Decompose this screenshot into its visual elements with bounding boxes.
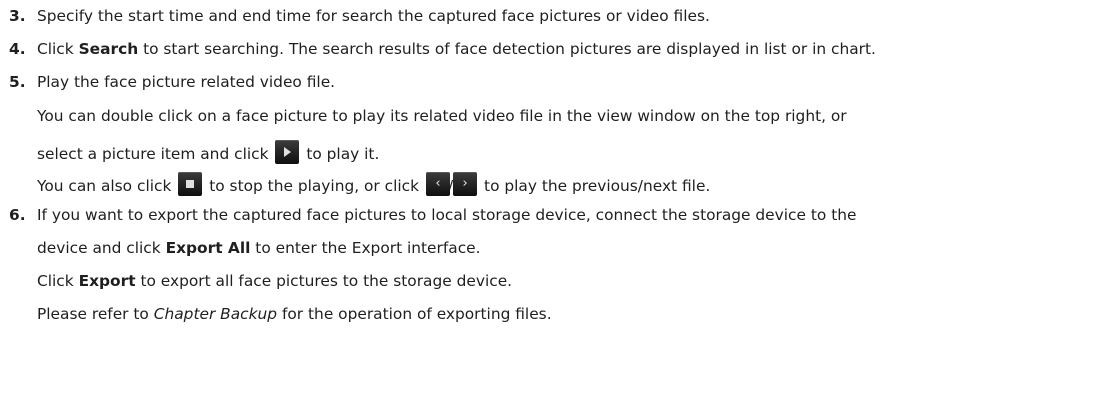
step-6-line-3: Click Export to export all face pictures… xyxy=(37,271,512,291)
step-text: Click Search to start searching. The sea… xyxy=(37,39,876,59)
step-5-paragraph-2: You can also click to stop the playing, … xyxy=(37,172,710,196)
text-run: Click xyxy=(37,40,79,58)
chevron-left-icon: ‹ xyxy=(435,176,441,191)
step-number: 5. xyxy=(9,73,26,91)
step-6-line-4: Please refer to Chapter Backup for the o… xyxy=(37,304,552,324)
stop-icon xyxy=(178,172,203,196)
text-run: select a picture item and click xyxy=(37,145,269,163)
search-keyword: Search xyxy=(78,40,139,58)
text-run: device and click xyxy=(37,239,166,257)
text-run: Please refer to xyxy=(37,305,154,323)
export-keyword: Export xyxy=(78,272,136,290)
next-icon: › xyxy=(453,172,478,196)
step-number: 4. xyxy=(9,40,26,58)
step-number: 3. xyxy=(9,7,26,25)
step-5-paragraph-1-line-1: You can double click on a face picture t… xyxy=(37,107,847,125)
chevron-right-icon: › xyxy=(462,176,468,191)
text-run: to enter the Export interface. xyxy=(250,239,481,257)
text-run: to stop the playing, or click xyxy=(209,177,420,195)
text-run: to play it. xyxy=(306,145,380,163)
step-text: Play the face picture related video file… xyxy=(37,73,336,91)
manual-page: 3. Specify the start time and end time f… xyxy=(0,0,1098,408)
text-run: to start searching. The search results o… xyxy=(138,40,876,58)
stop-glyph xyxy=(186,180,195,188)
step-5-paragraph-1-line-2: select a picture item and click to play … xyxy=(37,140,379,164)
text-run: Click xyxy=(37,272,79,290)
play-glyph xyxy=(284,147,292,157)
chapter-reference: Chapter Backup xyxy=(153,305,278,323)
text-run: to export all face pictures to the stora… xyxy=(135,272,513,290)
previous-icon: ‹ xyxy=(425,172,450,196)
export-all-keyword: Export All xyxy=(165,239,251,257)
step-number: 6. xyxy=(9,206,26,224)
text-run: You can also click xyxy=(37,177,172,195)
step-text: Specify the start time and end time for … xyxy=(37,7,710,25)
step-6-line-2: device and click Export All to enter the… xyxy=(37,238,481,258)
text-run: for the operation of exporting files. xyxy=(277,305,552,323)
step-text: If you want to export the captured face … xyxy=(37,206,857,224)
text-run: to play the previous/next file. xyxy=(484,177,711,195)
play-icon xyxy=(275,140,300,164)
